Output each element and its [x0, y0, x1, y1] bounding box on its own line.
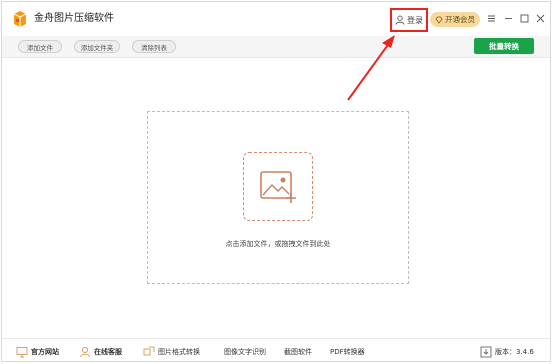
- online-service-label: 在线客服: [94, 347, 122, 356]
- annotation-arrow: [347, 35, 395, 101]
- batch-convert-button[interactable]: 批量转换: [474, 38, 534, 54]
- image-add-icon: [260, 170, 296, 203]
- add-image-box[interactable]: [243, 152, 313, 221]
- close-button[interactable]: [535, 13, 545, 23]
- clear-list-button[interactable]: 清除列表: [132, 40, 176, 53]
- add-folder-button[interactable]: 添加文件夹: [74, 40, 120, 53]
- official-site-label: 官方网站: [31, 347, 59, 356]
- format-convert-link[interactable]: 图片格式转换: [143, 345, 200, 358]
- format-convert-label: 图片格式转换: [158, 347, 200, 356]
- minimize-icon: [504, 17, 512, 19]
- title-bar: 金舟图片压缩软件 登录 开通会员: [2, 2, 550, 36]
- convert-icon: [143, 346, 155, 355]
- close-icon: [536, 14, 544, 22]
- diamond-icon: [435, 16, 443, 24]
- menu-icon: [487, 15, 495, 21]
- maximize-button[interactable]: [519, 13, 529, 23]
- toolbar: 添加文件 添加文件夹 清除列表 批量转换: [2, 36, 550, 58]
- download-icon: [480, 346, 492, 357]
- minimize-button[interactable]: [503, 13, 513, 23]
- app-window: 金舟图片压缩软件 登录 开通会员 添加文件 添加文件夹 清除列表 批量转换 点击…: [1, 1, 551, 362]
- version-info: 版本：3.4.6: [480, 345, 534, 358]
- maximize-icon: [520, 14, 528, 22]
- login-button[interactable]: 登录: [390, 8, 428, 32]
- menu-button[interactable]: [486, 13, 496, 23]
- add-file-button[interactable]: 添加文件: [18, 40, 62, 53]
- headset-icon: [80, 346, 90, 357]
- vip-label: 开通会员: [445, 15, 475, 24]
- drop-hint: 点击添加文件，或拖拽文件到此处: [225, 240, 331, 248]
- user-icon: [395, 15, 405, 25]
- screenshot-link[interactable]: 截图软件: [284, 345, 312, 358]
- app-logo-icon: [13, 11, 27, 27]
- login-label: 登录: [407, 15, 423, 25]
- monitor-icon: [16, 346, 28, 357]
- version-label: 版本：3.4.6: [495, 347, 534, 356]
- vip-button[interactable]: 开通会员: [430, 12, 480, 27]
- online-service-link[interactable]: 在线客服: [79, 345, 122, 358]
- official-site-link[interactable]: 官方网站: [16, 345, 59, 358]
- drop-zone[interactable]: 点击添加文件，或拖拽文件到此处: [147, 111, 409, 284]
- footer: 官方网站 在线客服 图片格式转换 图像文字识别 截图软件 PDF转换器 版本：3…: [2, 338, 550, 361]
- ocr-link[interactable]: 图像文字识别: [224, 345, 266, 358]
- pdf-convert-link[interactable]: PDF转换器: [330, 345, 365, 358]
- app-title: 金舟图片压缩软件: [34, 13, 114, 24]
